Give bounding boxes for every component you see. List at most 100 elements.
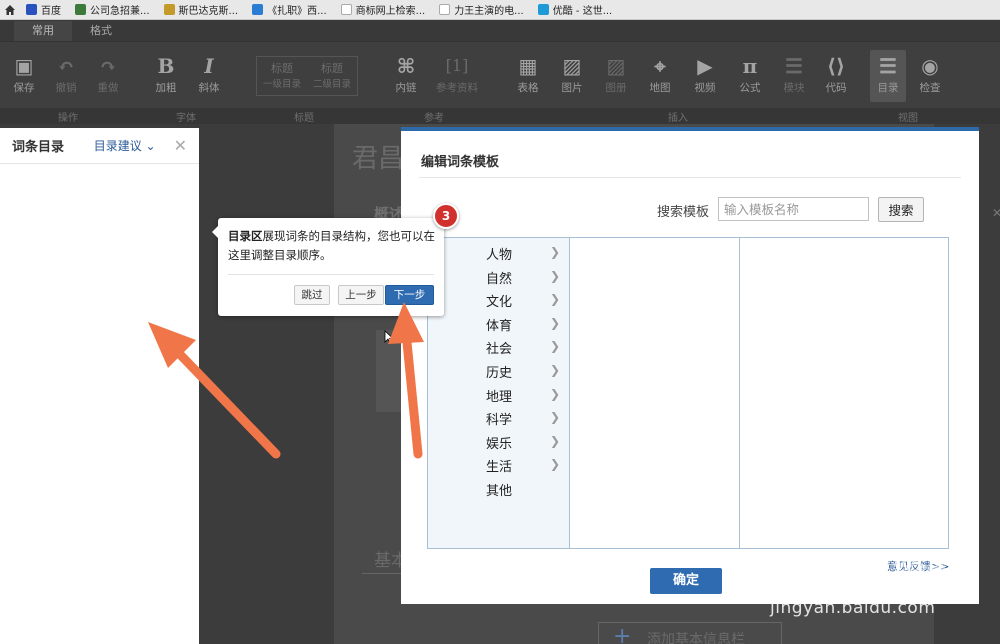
save-icon: ▣ <box>14 54 34 78</box>
bookmark-5[interactable]: 力王主演的电... <box>439 2 524 17</box>
template-category-browser: 人物 ❯ 自然 ❯ 文化 ❯ 体育 ❯ 社会 ❯ 历史 ❯ 地理 ❯ 科学 ❯ 娱乐 ❯ 生活 ❯ … <box>427 237 949 549</box>
outline-title: 词条目录 <box>12 140 65 155</box>
baidu-jingyan-watermark: Bai du 经验 jingyan.baidu.com <box>760 540 990 630</box>
editor-toolbar: 常用 格式 ▣ 保存 ↶ 撤销 ↷ 重做 B 加粗 I 斜体 标题 一级目录 标题 二级目录 … <box>0 20 1000 124</box>
undo-button[interactable]: ↶ 撤销 <box>48 54 84 95</box>
chevron-right-icon: ❯ <box>550 410 561 424</box>
image-button[interactable]: ▨ 图片 <box>554 54 590 95</box>
outline-suggest-dropdown[interactable]: 目录建议 ⌄ <box>94 137 156 154</box>
bookmark-2[interactable]: 斯巴达克斯... <box>163 2 238 17</box>
table-button[interactable]: ▦ 表格 <box>510 54 546 95</box>
code-icon: ⟨⟩ <box>826 54 846 78</box>
italic-button[interactable]: I 斜体 <box>191 54 227 95</box>
module-icon: ☰ <box>785 54 803 78</box>
confirm-button[interactable]: 确定 <box>650 568 722 594</box>
chevron-right-icon: ❯ <box>550 339 561 353</box>
video-button[interactable]: ▶ 视频 <box>687 54 723 95</box>
category-item[interactable]: 文化 <box>486 291 512 310</box>
category-item[interactable]: 科学 <box>486 409 512 428</box>
category-item[interactable]: 体育 <box>486 315 512 334</box>
undo-icon: ↶ <box>57 54 75 78</box>
prev-step-button[interactable]: 上一步 <box>338 285 384 305</box>
site-icon <box>163 4 175 15</box>
mouse-cursor-icon <box>384 330 394 344</box>
subcategory-list <box>570 238 740 548</box>
bookmark-3[interactable]: 《扎职》西... <box>252 2 327 17</box>
category-item[interactable]: 自然 <box>486 268 512 287</box>
close-icon[interactable]: ✕ <box>174 137 187 154</box>
skip-button[interactable]: 跳过 <box>294 285 330 305</box>
next-step-button[interactable]: 下一步 <box>385 285 434 305</box>
chevron-right-icon: ❯ <box>550 457 561 471</box>
map-pin-icon: ⌖ <box>654 54 666 78</box>
bold-button[interactable]: B 加粗 <box>148 54 184 95</box>
category-item[interactable]: 地理 <box>486 386 512 405</box>
heading1-button[interactable]: 标题 一级目录 <box>257 57 307 95</box>
italic-icon: I <box>204 54 214 78</box>
map-button[interactable]: ⌖ 地图 <box>642 54 678 95</box>
page-icon <box>439 4 451 15</box>
redo-icon: ↷ <box>99 54 117 78</box>
doc-title: 君昌 <box>352 144 405 174</box>
tab-format[interactable]: 格式 <box>72 21 130 41</box>
chevron-right-icon: ❯ <box>550 292 561 306</box>
category-item[interactable]: 生活 <box>486 456 512 475</box>
chevron-right-icon: ❯ <box>550 269 561 283</box>
bookmark-6[interactable]: 优酷 - 这世... <box>537 2 612 17</box>
outline-panel: 词条目录 目录建议 ⌄ ✕ <box>0 128 199 644</box>
chevron-right-icon: ❯ <box>550 434 561 448</box>
code-button[interactable]: ⟨⟩ 代码 <box>818 54 854 95</box>
save-button[interactable]: ▣ 保存 <box>6 54 42 95</box>
bookmarks-bar: 百度 公司急招兼... 斯巴达克斯... 《扎职》西... 商标网上检索... … <box>0 0 1000 20</box>
toolbar-tabs: 常用 格式 <box>0 20 1000 42</box>
category-item[interactable]: 社会 <box>486 338 512 357</box>
image-icon: ▨ <box>562 54 582 78</box>
reference-button[interactable]: [1] 参考资料 <box>432 54 482 95</box>
chevron-right-icon: ❯ <box>550 316 561 330</box>
pi-icon: π <box>742 54 758 78</box>
formula-button[interactable]: π 公式 <box>732 54 768 95</box>
eye-icon: ◉ <box>921 54 939 78</box>
module-button[interactable]: ☰ 模块 <box>776 54 812 95</box>
category-item[interactable]: 娱乐 <box>486 433 512 452</box>
home-icon[interactable] <box>4 4 16 16</box>
reference-icon: [1] <box>445 56 469 75</box>
chevron-down-icon: ⌄ <box>141 139 156 153</box>
site-icon <box>75 4 86 15</box>
youku-icon <box>537 4 549 15</box>
close-icon[interactable]: ✕ <box>992 206 1000 220</box>
template-search-input[interactable] <box>718 197 869 221</box>
tab-common[interactable]: 常用 <box>14 21 72 41</box>
redo-button[interactable]: ↷ 重做 <box>90 54 126 95</box>
bookmark-1[interactable]: 公司急招兼... <box>75 2 150 17</box>
toc-button[interactable]: ☰ 目录 <box>870 50 906 102</box>
watermark-url: jingyan.baidu.com <box>770 598 936 618</box>
bookmark-4[interactable]: 商标网上检索... <box>340 2 425 17</box>
toolbar-ribbon: ▣ 保存 ↶ 撤销 ↷ 重做 B 加粗 I 斜体 标题 一级目录 标题 二级目录 ⌘ 内链 [1… <box>0 42 1000 124</box>
category-item[interactable]: 其他 <box>486 480 512 499</box>
inlink-button[interactable]: ⌘ 内链 <box>388 54 424 95</box>
category-item[interactable]: 历史 <box>486 362 512 381</box>
heading-group: 标题 一级目录 标题 二级目录 <box>256 56 358 96</box>
page-icon <box>340 4 352 15</box>
modal-title: 编辑词条模板 <box>421 155 500 170</box>
plus-icon: + <box>613 624 632 644</box>
heading2-button[interactable]: 标题 二级目录 <box>307 57 357 95</box>
chevron-right-icon: ❯ <box>550 363 561 377</box>
watermark-logo: Bai du 经验 <box>760 550 961 590</box>
edit-template-modal: 编辑词条模板 搜索模板 搜索 人物 ❯ 自然 ❯ 文化 ❯ 体育 ❯ 社会 ❯ 历史 ❯ 地… <box>401 127 979 604</box>
check-button[interactable]: ◉ 检查 <box>912 54 948 95</box>
search-button[interactable]: 搜索 <box>878 197 924 222</box>
video-icon: ▶ <box>697 54 713 78</box>
guide-tooltip: 目录区展现词条的目录结构，您也可以在这里调整目录顺序。 跳过 上一步 下一步 <box>212 218 444 316</box>
add-basic-info-button[interactable]: + 添加基本信息栏 <box>598 622 782 644</box>
outline-header: 词条目录 目录建议 ⌄ ✕ <box>0 128 199 164</box>
step-badge: 3 <box>433 203 459 229</box>
guide-text: 目录区展现词条的目录结构，您也可以在这里调整目录顺序。 <box>228 229 435 262</box>
table-icon: ▦ <box>518 54 538 78</box>
search-label: 搜索模板 <box>657 205 710 220</box>
category-item[interactable]: 人物 <box>486 244 512 263</box>
album-button[interactable]: ▨ 图册 <box>598 54 634 95</box>
bookmark-0[interactable]: 百度 <box>26 2 61 17</box>
toolbar-group-labels: 操作 字体 标题 参考 插入 视图 <box>0 108 1000 124</box>
